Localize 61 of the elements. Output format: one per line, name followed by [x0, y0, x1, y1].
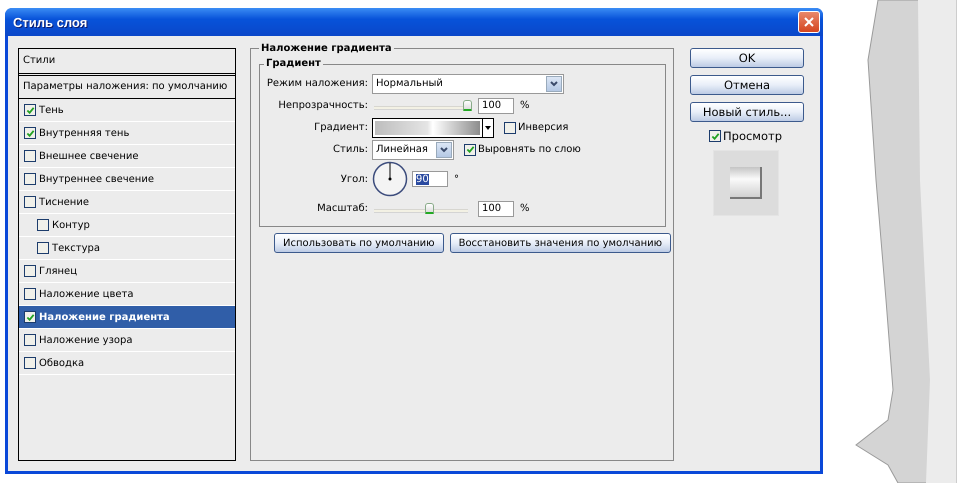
style-list-item[interactable]: Наложение градиента	[19, 306, 235, 329]
checkbox[interactable]	[24, 104, 36, 116]
field-label: Режим наложения:	[266, 78, 368, 89]
checkbox[interactable]	[24, 196, 36, 208]
default-button[interactable]: Использовать по умолчанию	[274, 233, 444, 253]
slider-thumb[interactable]	[463, 100, 472, 110]
style-list-item[interactable]: Внутренняя тень	[19, 122, 235, 145]
gradient-picker[interactable]	[372, 118, 494, 138]
checkbox-label: Просмотр	[723, 129, 782, 143]
unit-label: %	[520, 203, 530, 214]
field-label: Стиль:	[332, 144, 368, 155]
checkbox-label: Инверсия	[518, 122, 568, 133]
style-list-item[interactable]: Внешнее свечение	[19, 145, 235, 168]
checkbox[interactable]	[24, 288, 36, 300]
style-list-item[interactable]: Обводка	[19, 352, 235, 375]
checkbox[interactable]	[464, 144, 476, 156]
section-title: Наложение градиента	[259, 43, 394, 54]
style-list-item[interactable]: Наложение узора	[19, 329, 235, 352]
style-list-item[interactable]: Тень	[19, 99, 235, 122]
field-label: Градиент:	[313, 122, 368, 133]
blending-options-item[interactable]: Параметры наложения: по умолчанию	[19, 76, 235, 99]
checkbox[interactable]	[24, 311, 36, 323]
unit-label: °	[454, 174, 459, 184]
dialog-button[interactable]: Отмена	[690, 75, 804, 95]
style-list-item[interactable]: Контур	[19, 214, 235, 237]
window-title: Стиль слоя	[12, 14, 88, 30]
angle-field[interactable]: 90	[412, 171, 448, 187]
blend-mode-dropdown[interactable]: Нормальный	[372, 74, 564, 94]
checkbox[interactable]	[37, 242, 49, 254]
style-list-item[interactable]: Внутреннее свечение	[19, 168, 235, 191]
checkbox[interactable]	[24, 357, 36, 369]
close-icon	[803, 16, 815, 28]
slider-thumb[interactable]	[425, 202, 434, 214]
default-button[interactable]: Восстановить значения по умолчанию	[450, 233, 672, 253]
unit-label: %	[520, 100, 530, 111]
checkbox[interactable]	[709, 130, 721, 142]
field-label: Масштаб:	[316, 203, 368, 214]
checkbox[interactable]	[504, 122, 516, 134]
opacity-field[interactable]: 100	[478, 98, 514, 114]
checkbox[interactable]	[24, 173, 36, 185]
checkbox-label: Выровнять по слою	[478, 144, 581, 155]
checkbox[interactable]	[24, 127, 36, 139]
preview-thumbnail	[713, 150, 779, 216]
checkbox[interactable]	[24, 265, 36, 277]
scale-field[interactable]: 100	[478, 200, 514, 216]
dialog-button[interactable]: Новый стиль...	[690, 102, 804, 122]
checkbox[interactable]	[24, 150, 36, 162]
dropdown-arrow-icon	[482, 118, 493, 136]
angle-dial[interactable]	[372, 161, 408, 197]
dialog-button[interactable]: OK	[690, 48, 804, 68]
style-list-item[interactable]: Глянец	[19, 260, 235, 283]
close-button[interactable]	[798, 11, 820, 33]
style-list-item[interactable]: Текстура	[19, 237, 235, 260]
group-title: Градиент	[264, 58, 323, 69]
styles-header[interactable]: Стили	[19, 49, 235, 76]
style-dropdown[interactable]: Линейная	[372, 140, 454, 160]
field-label: Угол:	[340, 174, 368, 184]
checkbox[interactable]	[24, 334, 36, 346]
style-list-item[interactable]: Тиснение	[19, 191, 235, 214]
checkbox[interactable]	[37, 219, 49, 231]
field-label: Непрозрачность:	[277, 100, 368, 111]
